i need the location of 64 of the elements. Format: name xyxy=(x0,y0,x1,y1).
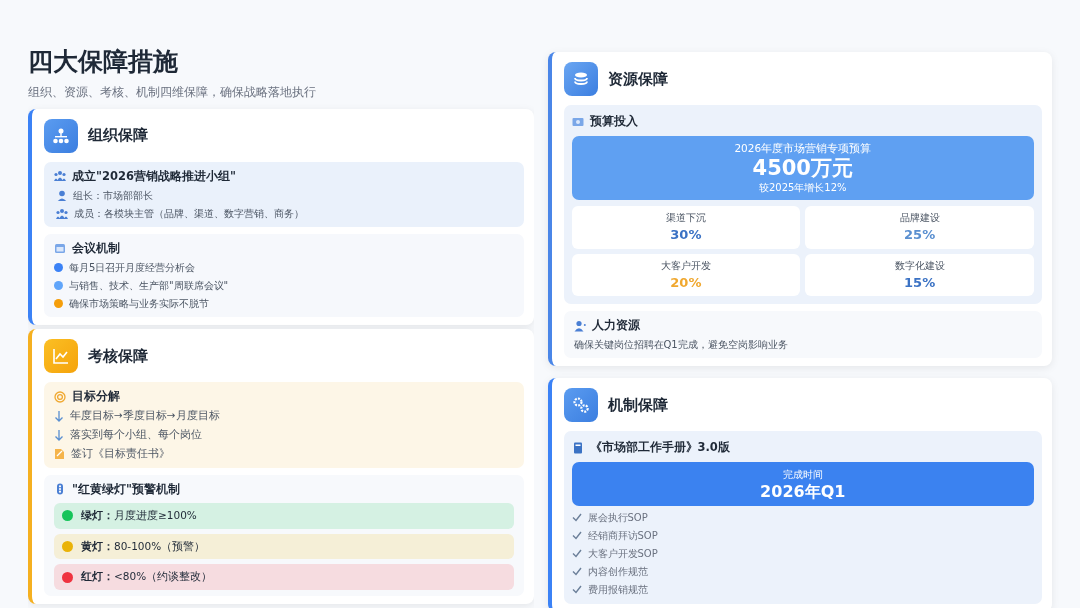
block-title: 成立"2026营销战略推进小组" xyxy=(72,167,236,185)
meeting-item: 每月5日召开月度经营分析会 xyxy=(69,261,196,275)
line-chart-icon xyxy=(52,347,70,365)
allocation-value: 20% xyxy=(669,273,703,292)
team-detail: 组长：市场部部长 xyxy=(73,188,153,203)
goal-item: 签订《目标责任书》 xyxy=(71,445,170,461)
org-chart-icon xyxy=(52,126,70,145)
allocation-value: 15% xyxy=(903,273,937,292)
checklist-item: 展会执行SOP xyxy=(587,510,648,524)
person-add-icon xyxy=(573,319,586,332)
group-icon xyxy=(54,170,66,183)
money-icon xyxy=(571,115,584,128)
page-subtitle: 组织、资源、考核、机制四维保障，确保战略落地执行 xyxy=(28,83,317,101)
person-icon xyxy=(56,189,67,201)
section-title: 资源保障 xyxy=(607,68,668,90)
coins-icon xyxy=(571,70,590,88)
check-icon xyxy=(571,530,582,541)
goal-item: 年度目标→季度目标→月度目标 xyxy=(70,408,220,424)
allocation-value: 30% xyxy=(669,226,703,245)
check-icon xyxy=(571,584,582,595)
section-title: 考核保障 xyxy=(88,345,148,367)
hr-text: 确保关键岗位招聘在Q1完成，避免空岗影响业务 xyxy=(573,338,789,353)
down-arrow-icon xyxy=(54,428,64,441)
traffic-light-icon xyxy=(54,483,66,496)
alert-text: 红灯：<80%（约谈整改） xyxy=(81,569,213,585)
meeting-item: 与销售、技术、生产部"周联席会议" xyxy=(69,279,229,293)
target-icon xyxy=(54,390,66,403)
check-icon xyxy=(571,566,582,577)
allocation-label: 品牌建设 xyxy=(899,212,940,224)
page-title: 四大保障措施 xyxy=(28,46,179,78)
alert-text: 绿灯：月度进度≥100% xyxy=(81,507,197,523)
allocation-label: 数字化建设 xyxy=(894,259,945,271)
block-title: 《市场部工作手册》3.0版 xyxy=(589,439,730,457)
book-icon xyxy=(571,441,584,454)
checklist-item: 大客户开发SOP xyxy=(587,546,658,560)
checklist-item: 内容创作规范 xyxy=(587,564,648,578)
check-icon xyxy=(571,548,582,559)
block-title: 目标分解 xyxy=(72,388,120,405)
block-title: 预算投入 xyxy=(589,113,638,130)
section-title: 机制保障 xyxy=(607,395,668,417)
calendar-icon xyxy=(54,242,66,255)
block-title: 会议机制 xyxy=(72,239,120,257)
completion-caption: 完成时间 xyxy=(781,467,824,482)
alert-text: 黄灯：80-100%（预警） xyxy=(81,538,206,554)
block-title: "红黄绿灯"预警机制 xyxy=(72,480,180,498)
group-icon xyxy=(56,207,68,219)
budget-amount: 4500万元 xyxy=(751,157,854,181)
checklist-item: 经销商拜访SOP xyxy=(587,528,658,542)
down-arrow-icon xyxy=(54,410,64,423)
signature-icon xyxy=(54,447,65,460)
allocation-value: 25% xyxy=(903,226,937,245)
budget-caption: 2026年度市场营销专项预算 xyxy=(733,141,873,157)
completion-date: 2026年Q1 xyxy=(759,481,847,501)
meeting-item: 确保市场策略与业务实际不脱节 xyxy=(69,297,209,311)
allocation-label: 渠道下沉 xyxy=(665,212,706,224)
check-icon xyxy=(571,512,582,523)
allocation-label: 大客户开发 xyxy=(660,259,711,271)
gears-icon xyxy=(571,396,590,415)
budget-note: 较2025年增长12% xyxy=(757,181,848,196)
block-title: 人力资源 xyxy=(591,317,640,335)
checklist-item: 费用报销规范 xyxy=(587,582,648,596)
goal-item: 落实到每个小组、每个岗位 xyxy=(70,427,202,442)
team-detail: 成员：各模块主管（品牌、渠道、数字营销、商务） xyxy=(74,206,304,221)
section-title: 组织保障 xyxy=(88,125,148,147)
